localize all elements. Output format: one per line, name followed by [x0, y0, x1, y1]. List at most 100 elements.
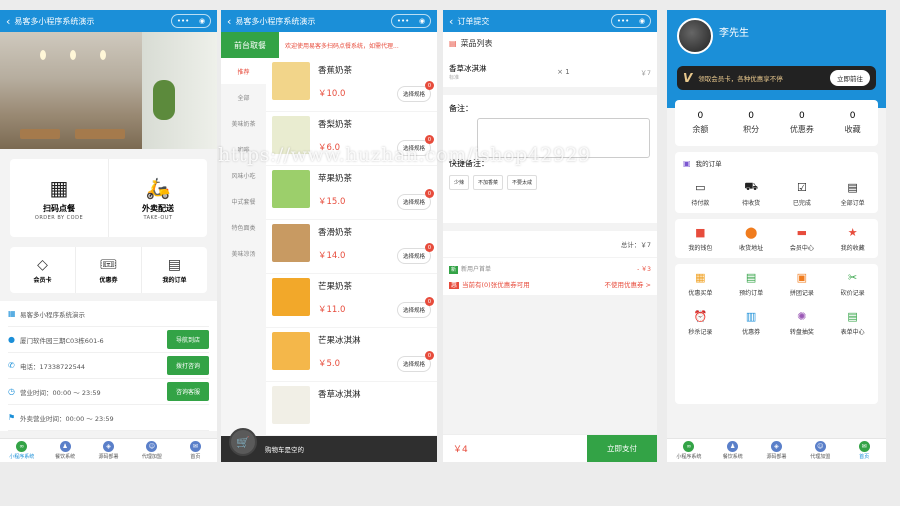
grid-item[interactable]: ■ 我的钱包	[675, 219, 726, 258]
avatar[interactable]	[677, 18, 713, 54]
stat-item[interactable]: 0 优惠券	[777, 100, 828, 146]
grid-item[interactable]: ▤ 预约订单	[726, 264, 777, 303]
count-badge: 0	[425, 297, 434, 306]
scan-order-button[interactable]: ▦ 扫码点餐 ORDER BY CODE	[10, 159, 108, 237]
service-button[interactable]: 咨询客服	[166, 382, 209, 401]
grid-item[interactable]: ▭ 待付款	[675, 174, 726, 213]
watermark-text: https://www.huzhan.com/ishop42929	[218, 144, 591, 166]
more-icon[interactable]: •••	[617, 17, 629, 25]
close-icon[interactable]: ◉	[199, 17, 205, 25]
tab-home[interactable]: ✉ 首页	[842, 439, 886, 462]
tab-mini-program[interactable]: ∞ 小程序系统	[0, 439, 43, 462]
grid-item[interactable]: ▬ 会员中心	[777, 219, 828, 258]
grid-item[interactable]: ▥ 优惠券	[726, 303, 777, 342]
close-icon[interactable]: ◉	[419, 17, 425, 25]
product-price: ￥11.0	[318, 305, 346, 315]
product-image[interactable]	[272, 62, 310, 100]
member-card-button[interactable]: ◇ 会员卡	[10, 247, 75, 293]
takeout-button[interactable]: 🛵 外卖配送 TAKE-OUT	[108, 159, 207, 237]
front-pickup-button[interactable]: 前台取餐	[221, 32, 279, 58]
my-orders-button[interactable]: ▤ 我的订单	[141, 247, 207, 293]
document-icon: ▤	[167, 256, 182, 273]
navigate-button[interactable]: 导航到店	[166, 330, 209, 349]
item-price: ￥7	[640, 69, 651, 77]
stat-value: 0	[849, 111, 856, 121]
back-icon[interactable]: ‹	[6, 15, 10, 28]
product-price: ￥15.0	[318, 197, 346, 207]
tab-mini-program[interactable]: ∞ 小程序系统	[667, 439, 711, 462]
grid-item[interactable]: ★ 我的收藏	[827, 219, 878, 258]
coupon-available: 当前有(0)张优惠券可用	[462, 281, 530, 289]
stat-item[interactable]: 0 积分	[726, 100, 777, 146]
tab-source-deploy[interactable]: ◈ 源码部署	[87, 439, 130, 462]
grid-item[interactable]: ⬤ 收货地址	[726, 219, 777, 258]
close-icon[interactable]: ◉	[639, 17, 645, 25]
category-item[interactable]: 推荐	[221, 58, 266, 84]
coupon-button[interactable]: 🎟 优惠券	[75, 247, 141, 293]
select-spec-button[interactable]: 选择规格 0	[396, 297, 434, 318]
my-orders-title[interactable]: 我的订单	[696, 158, 722, 168]
category-item[interactable]: 美味凉汤	[221, 240, 266, 266]
tab-catering[interactable]: ♟ 餐饮系统	[43, 439, 86, 462]
clock-icon: ◷	[8, 387, 15, 396]
tab-catering[interactable]: ♟ 餐饮系统	[711, 439, 755, 462]
wallet-icon: ▭	[695, 180, 706, 194]
capsule-menu[interactable]: ••• ◉	[611, 14, 651, 28]
takeout-hours: 外卖营业时间：00:00 ～ 23:59	[20, 414, 114, 423]
stat-value: 0	[799, 111, 805, 121]
product-name: 苹果奶茶	[318, 174, 353, 184]
stat-item[interactable]: 0 余额	[675, 100, 726, 146]
more-icon[interactable]: •••	[177, 17, 189, 25]
capsule-menu[interactable]: ••• ◉	[391, 14, 431, 28]
capsule-menu[interactable]: ••• ◉	[171, 14, 211, 28]
pay-now-button[interactable]: 立即支付	[587, 434, 657, 462]
select-spec-button[interactable]: 选择规格 0	[396, 351, 434, 372]
tag-less-spicy[interactable]: 少辣	[449, 175, 470, 190]
call-button[interactable]: 拨打咨询	[166, 356, 209, 375]
grid-item[interactable]: ✂ 砍价记录	[827, 264, 878, 303]
grid-item[interactable]: ▣ 拼团记录	[777, 264, 828, 303]
grid-item[interactable]: ✺ 转盘抽奖	[777, 303, 828, 342]
grid-item[interactable]: ☑ 已完成	[777, 174, 828, 213]
order-total: 总计：￥7	[443, 231, 657, 257]
tag-not-salty[interactable]: 不要太咸	[507, 175, 538, 190]
category-item[interactable]: 美味奶茶	[221, 110, 266, 136]
product-image[interactable]	[272, 224, 310, 262]
grid-item[interactable]: ⛟ 待收货	[726, 174, 777, 213]
tab-home[interactable]: ✉ 首页	[174, 439, 217, 462]
tab-agent[interactable]: ☺ 代理加盟	[130, 439, 173, 462]
grid-item[interactable]: ▦ 优惠买单	[675, 264, 726, 303]
select-spec-button[interactable]: 选择规格 0	[396, 243, 434, 264]
product-image[interactable]	[272, 278, 310, 316]
grid-item[interactable]: ⏰ 秒杀记录	[675, 303, 726, 342]
select-spec-button[interactable]: 选择规格 0	[396, 81, 434, 102]
back-icon[interactable]: ‹	[227, 15, 231, 28]
stat-item[interactable]: 0 收藏	[827, 100, 878, 146]
cart-icon[interactable]: 🛒	[229, 428, 257, 456]
product-price: ￥10.0	[318, 89, 346, 99]
category-item[interactable]: 全部	[221, 84, 266, 110]
more-icon[interactable]: •••	[397, 17, 409, 25]
category-item[interactable]: 特色面类	[221, 214, 266, 240]
select-spec-button[interactable]: 选择规格 0	[396, 189, 434, 210]
vip-icon: V	[683, 71, 693, 85]
store-info: ▦ 易客多小程序系统演示 ● 厦门软件园三期C03栋601-6 导航到店 ✆ 电话：17…	[0, 301, 217, 431]
tab-agent[interactable]: ☺ 代理加盟	[798, 439, 842, 462]
category-item[interactable]: 中式套餐	[221, 188, 266, 214]
product-image[interactable]	[272, 170, 310, 208]
tab-source-deploy[interactable]: ◈ 源码部署	[755, 439, 799, 462]
product-image[interactable]	[272, 386, 310, 424]
wallet-grid: ■ 我的钱包 ⬤ 收货地址 ▬ 会员中心 ★ 我的收藏	[675, 219, 878, 258]
grid-item[interactable]: ▤ 全部订单	[827, 174, 878, 213]
back-icon[interactable]: ‹	[449, 15, 453, 28]
grid-label: 待付款	[691, 200, 710, 207]
tag-no-coriander[interactable]: 不加香菜	[473, 175, 504, 190]
grid-item[interactable]: ▤ 表单中心	[827, 303, 878, 342]
count-badge: 0	[425, 189, 434, 198]
stat-label: 余额	[692, 125, 709, 134]
no-coupon-link[interactable]: 不使用优惠券 >	[604, 279, 651, 289]
vip-go-button[interactable]: 立即前往	[830, 70, 870, 86]
product-image[interactable]	[272, 332, 310, 370]
list-icon: ▤	[847, 180, 858, 194]
gamepad-icon: ◈	[770, 441, 782, 452]
